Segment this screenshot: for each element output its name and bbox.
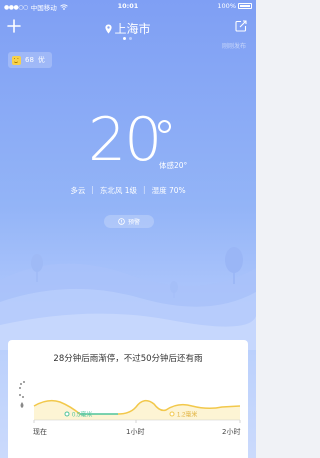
- publish-caption: 刚刚发布: [221, 43, 246, 50]
- low-value-label: 0.5毫米: [72, 411, 92, 419]
- x-label-now: 现在: [33, 428, 47, 436]
- drizzle-icon: [19, 381, 25, 389]
- precipitation-card[interactable]: 28分钟后雨渐停，不过50分钟后还有雨 0.5毫米 1.2毫米 现在 1小时 2…: [8, 340, 248, 458]
- weather-screen: ●●●○○ 中国移动 10:01 100% 上海市 刚刚发布 68 优 20 体…: [0, 0, 256, 458]
- raindrop-icon: [19, 394, 24, 408]
- weather-alert-button[interactable]: 预警: [104, 215, 154, 228]
- high-marker: [169, 411, 175, 417]
- low-marker: [64, 411, 70, 417]
- condition-label: 多云: [70, 186, 86, 195]
- divider: |: [91, 185, 94, 194]
- high-value-label: 1.2毫米: [177, 411, 197, 419]
- aqi-badge[interactable]: 68 优: [8, 52, 52, 68]
- wind-label: 东北风 1级: [99, 186, 138, 195]
- rain-forecast-message: 28分钟后雨渐停，不过50分钟后还有雨: [53, 354, 203, 364]
- current-temperature: 20: [88, 105, 162, 175]
- x-label-1h: 1小时: [126, 428, 145, 436]
- alert-label: 预警: [127, 219, 140, 226]
- page-dot: [129, 37, 132, 40]
- warning-icon: [118, 218, 125, 225]
- precipitation-chart: 0.5毫米 1.2毫米: [19, 381, 241, 423]
- status-bar: ●●●○○ 中国移动 10:01 100%: [0, 0, 256, 12]
- page-indicator: [123, 37, 132, 40]
- divider: |: [143, 185, 146, 194]
- landscape-illustration: [0, 247, 256, 350]
- battery-percent: 100%: [217, 2, 236, 10]
- aqi-level: 优: [37, 56, 45, 64]
- page-dot-active: [123, 37, 126, 40]
- degree-symbol: [158, 120, 171, 133]
- share-icon[interactable]: [235, 20, 247, 32]
- battery-icon: [238, 3, 252, 9]
- humidity-label: 湿度 70%: [151, 186, 186, 195]
- city-name: 上海市: [114, 22, 151, 36]
- aqi-value: 68: [25, 56, 34, 64]
- weather-details: 多云 | 东北风 1级 | 湿度 70%: [0, 185, 256, 196]
- location-pin-icon: [105, 24, 113, 34]
- feels-like: 体感20°: [159, 161, 188, 170]
- aqi-face-icon: [12, 55, 21, 65]
- city-selector[interactable]: 上海市: [0, 20, 256, 37]
- x-label-2h: 2小时: [222, 428, 241, 436]
